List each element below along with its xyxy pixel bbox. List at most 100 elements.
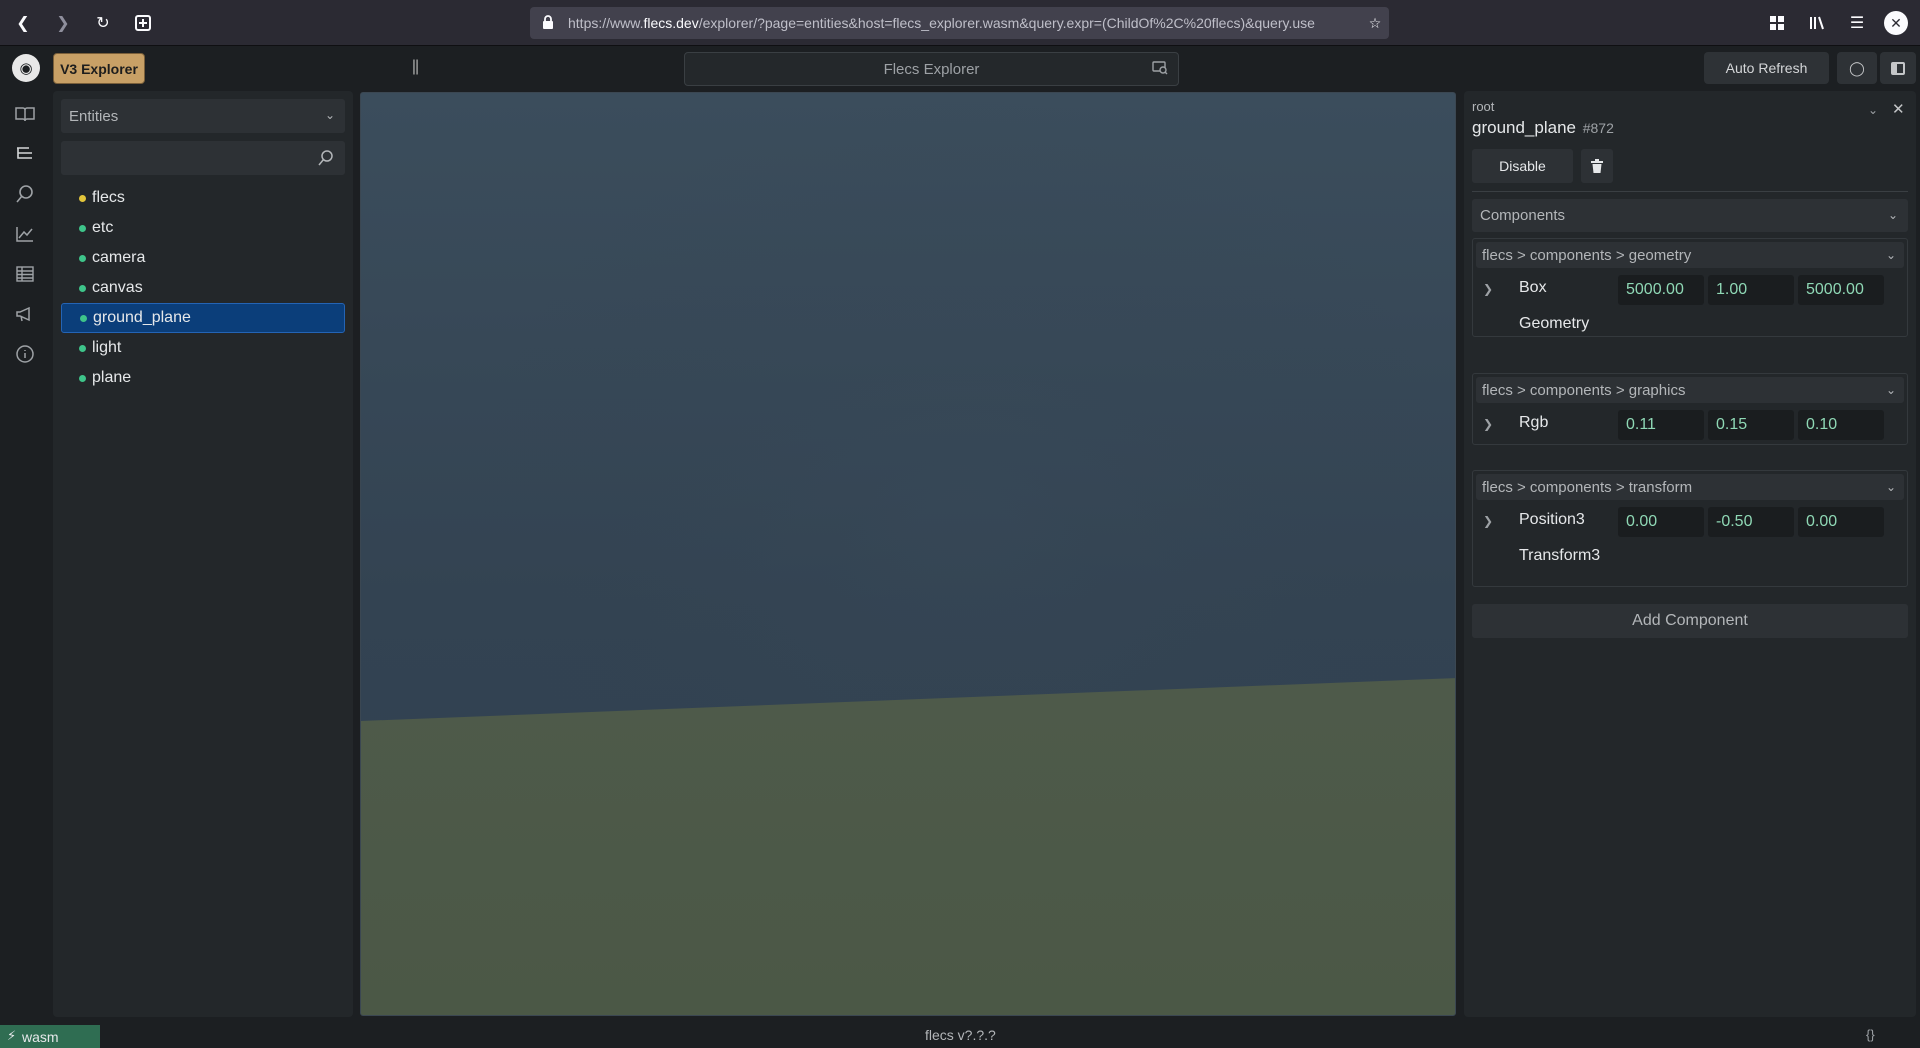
table-icon[interactable] <box>12 261 38 287</box>
module-geometry: flecs > components > geometry ⌄ ❯ Box 50… <box>1472 238 1908 337</box>
entity-item[interactable]: light <box>61 333 345 363</box>
entities-select[interactable]: Entities ⌄ <box>61 99 345 133</box>
search-icon[interactable] <box>318 150 334 169</box>
json-braces-icon[interactable]: {} <box>1866 1027 1875 1042</box>
module-header[interactable]: flecs > components > transform ⌄ <box>1476 474 1904 500</box>
components-label: Components <box>1480 207 1566 224</box>
chevron-right-icon[interactable]: ❯ <box>1483 417 1493 431</box>
entity-label: plane <box>92 369 132 386</box>
book-icon[interactable] <box>12 101 38 127</box>
value-field[interactable]: 5000.00 <box>1618 275 1704 305</box>
chevron-down-icon: ⌄ <box>1885 383 1896 397</box>
status-bar: ⚡ wasm flecs v?.?.? {} <box>0 1022 1920 1048</box>
module-transform: flecs > components > transform ⌄ ❯ Posit… <box>1472 470 1908 587</box>
entity-tree: flecs etc camera canvas ground_planelight pla… <box>61 183 345 393</box>
entity-id: #872 <box>1582 120 1614 136</box>
entities-select-label: Entities <box>69 107 119 125</box>
chevron-down-icon: ⌄ <box>1887 208 1898 222</box>
nav-rail <box>0 90 50 1022</box>
tag-row: Transform3 <box>1473 539 1907 577</box>
component-row: ❯ Box 5000.00 1.00 5000.00 <box>1473 271 1907 307</box>
search-icon[interactable] <box>12 181 38 207</box>
tree-icon[interactable] <box>12 141 38 167</box>
entities-panel: Entities ⌄ flecs etc camera canvas ground_pl… <box>53 91 353 1017</box>
value-field[interactable]: -0.50 <box>1708 507 1794 537</box>
entity-label: canvas <box>92 279 143 296</box>
flecs-logo-icon[interactable]: ◉ <box>12 54 40 82</box>
status-dot-icon <box>79 194 86 202</box>
status-dot-icon <box>79 344 86 352</box>
component-name: Rgb <box>1519 414 1549 431</box>
entity-label: flecs <box>92 189 125 206</box>
entity-name: ground_plane <box>1472 118 1576 137</box>
value-field[interactable]: 0.15 <box>1708 410 1794 440</box>
entity-item[interactable]: ground_plane <box>61 303 345 333</box>
scene-canvas[interactable] <box>360 92 1456 1016</box>
entity-path: root <box>1472 99 1495 114</box>
hamburger-menu-icon[interactable]: ☰ <box>1845 11 1869 35</box>
value-field[interactable]: 1.00 <box>1708 275 1794 305</box>
entity-label: etc <box>92 219 114 236</box>
auto-refresh-button[interactable]: Auto Refresh <box>1704 52 1829 84</box>
v3-explorer-button[interactable]: V3 Explorer <box>53 53 145 84</box>
extensions-grid-icon[interactable] <box>1765 11 1789 35</box>
chevron-down-icon: ⌄ <box>1885 248 1896 262</box>
value-field[interactable]: 0.11 <box>1618 410 1704 440</box>
chevron-right-icon[interactable]: ❯ <box>1483 282 1493 296</box>
url-text: https://www.flecs.dev/explorer/?page=ent… <box>568 15 1315 31</box>
disable-button[interactable]: Disable <box>1472 149 1573 183</box>
pause-icon[interactable]: || <box>405 58 425 78</box>
components-header[interactable]: Components ⌄ <box>1472 199 1908 232</box>
value-field[interactable]: 0.10 <box>1798 410 1884 440</box>
toggle-panel-icon[interactable] <box>1880 52 1916 84</box>
module-header[interactable]: flecs > components > geometry ⌄ <box>1476 242 1904 268</box>
chevron-right-icon[interactable]: ❯ <box>1483 514 1493 528</box>
tag-row: Geometry <box>1473 307 1907 345</box>
module-graphics: flecs > components > graphics ⌄ ❯ Rgb 0.… <box>1472 373 1908 445</box>
entity-item[interactable]: flecs <box>61 183 345 213</box>
plug-icon: ⚡ <box>7 1028 17 1043</box>
component-row: ❯ Rgb 0.11 0.15 0.10 <box>1473 406 1907 442</box>
entity-title: ground_plane #872 <box>1472 118 1614 138</box>
screen-search-icon <box>1152 61 1168 75</box>
component-name: Position3 <box>1519 511 1585 528</box>
entity-label: light <box>92 339 122 356</box>
collapse-icon[interactable]: ⌄ <box>1868 103 1878 117</box>
megaphone-icon[interactable] <box>12 301 38 327</box>
chart-icon[interactable] <box>12 221 38 247</box>
library-icon[interactable] <box>1805 11 1829 35</box>
status-dot-icon <box>79 374 86 382</box>
status-dot-icon <box>79 254 86 262</box>
trash-icon[interactable] <box>1581 149 1613 183</box>
bookmark-star-icon[interactable]: ☆ <box>1361 15 1389 32</box>
entity-item[interactable]: camera <box>61 243 345 273</box>
address-bar[interactable]: https://www.flecs.dev/explorer/?page=ent… <box>530 7 1389 39</box>
ground-plane-shape <box>361 678 1455 1015</box>
value-field[interactable]: 5000.00 <box>1798 275 1884 305</box>
forward-icon[interactable]: ❯ <box>51 11 75 35</box>
value-field[interactable]: 0.00 <box>1618 507 1704 537</box>
tag-name: Transform3 <box>1519 547 1601 564</box>
command-search[interactable]: Flecs Explorer <box>684 52 1179 86</box>
entity-label: camera <box>92 249 146 266</box>
chevron-down-icon: ⌄ <box>324 108 335 122</box>
close-window-icon[interactable]: ✕ <box>1884 11 1908 35</box>
command-search-label: Flecs Explorer <box>883 60 980 78</box>
back-icon[interactable]: ❮ <box>11 11 35 35</box>
value-field[interactable]: 0.00 <box>1798 507 1884 537</box>
info-icon[interactable] <box>12 341 38 367</box>
entity-item[interactable]: canvas <box>61 273 345 303</box>
entity-item[interactable]: etc <box>61 213 345 243</box>
add-component-button[interactable]: Add Component <box>1472 604 1908 638</box>
entity-item[interactable]: plane <box>61 363 345 393</box>
new-tab-icon[interactable] <box>131 11 155 35</box>
close-icon[interactable]: ✕ <box>1892 100 1905 118</box>
status-dot-icon <box>80 314 87 322</box>
circle-status-icon[interactable]: ◯ <box>1837 52 1877 84</box>
wasm-badge[interactable]: ⚡ wasm <box>0 1025 100 1048</box>
module-header[interactable]: flecs > components > graphics ⌄ <box>1476 377 1904 403</box>
reload-icon[interactable]: ↻ <box>91 11 115 35</box>
status-dot-icon <box>79 224 86 232</box>
component-row: ❯ Position3 0.00 -0.50 0.00 <box>1473 503 1907 539</box>
entity-search-input[interactable] <box>61 141 345 175</box>
